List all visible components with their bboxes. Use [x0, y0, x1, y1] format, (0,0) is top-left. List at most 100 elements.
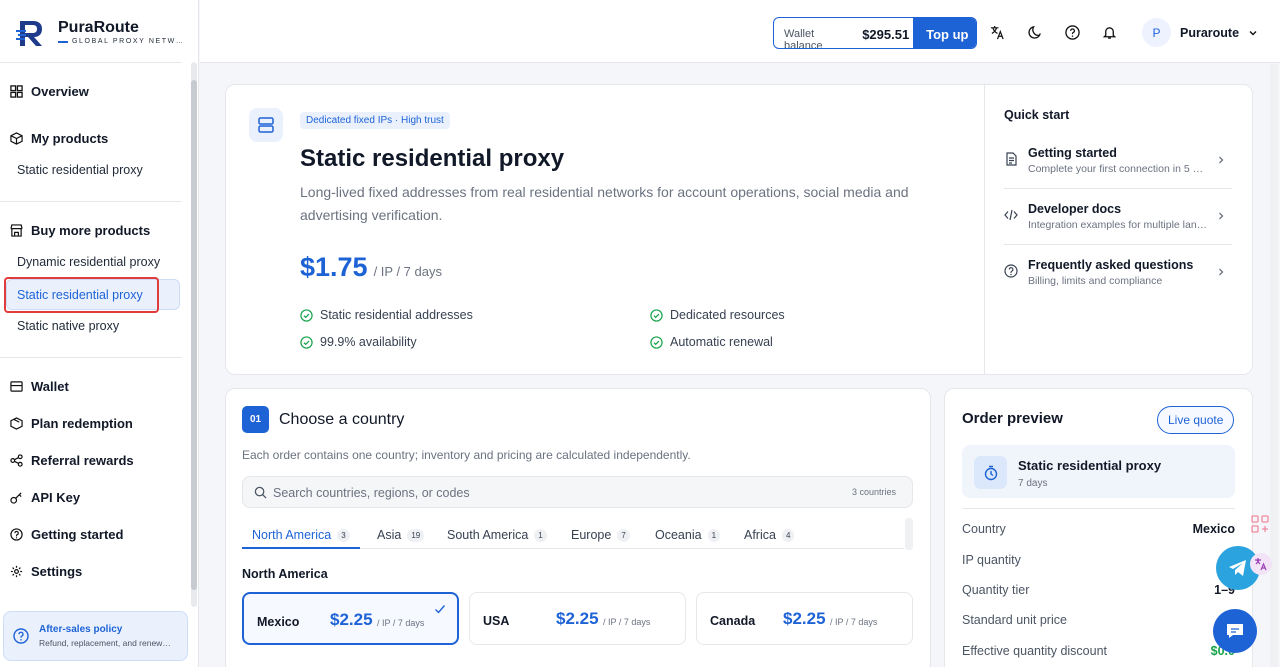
- translate-icon: [1255, 558, 1267, 571]
- section-title: Choose a country: [279, 411, 405, 428]
- search-input[interactable]: [273, 482, 813, 504]
- order-row-label: IP quantity: [962, 553, 1021, 567]
- chevron-down-icon: [1249, 30, 1257, 35]
- translate-widget-button[interactable]: [1250, 553, 1272, 575]
- order-preview-title: Order preview: [962, 410, 1063, 427]
- feature-item: Automatic renewal: [650, 335, 773, 349]
- country-price: $2.25: [556, 609, 599, 628]
- user-menu[interactable]: P Puraroute: [1142, 18, 1258, 47]
- order-row-discount: Effective quantity discount $0.0: [962, 644, 1235, 658]
- quick-start-divider: [1004, 188, 1232, 189]
- hero-icon-tile: [249, 108, 283, 142]
- step-number: 01: [242, 406, 269, 433]
- moon-icon[interactable]: [1028, 25, 1043, 40]
- sidebar-subitem-static-residential-owned[interactable]: Static residential proxy: [17, 163, 143, 177]
- country-card-canada[interactable]: Canada $2.25 / IP / 7 days: [696, 592, 913, 645]
- tab-label: North America: [252, 528, 332, 542]
- region-heading: North America: [242, 567, 328, 581]
- quick-start-item-desc: Billing, limits and compliance: [1028, 275, 1163, 287]
- store-icon: [10, 224, 23, 237]
- main-scrollbar[interactable]: [1270, 64, 1278, 667]
- wallet-balance-widget: Wallet balance $295.51 Top up: [773, 17, 977, 49]
- search-icon: [254, 486, 267, 499]
- order-row-value: Mexico: [1192, 522, 1235, 536]
- order-product-name: Static residential proxy: [1018, 458, 1162, 473]
- price-unit: / IP / 7 days: [373, 264, 442, 279]
- quick-start-getting-started[interactable]: Getting started Complete your first conne…: [1004, 146, 1232, 201]
- tab-south-america[interactable]: South America 1: [437, 520, 557, 549]
- tab-count-badge: 1: [707, 529, 721, 542]
- sidebar-item-label: Buy more products: [31, 223, 151, 238]
- quick-start-item-desc: Complete your first connection in 5 mi…: [1028, 163, 1208, 175]
- sidebar-item-plan-redemption[interactable]: Plan redemption: [10, 416, 133, 431]
- chevron-right-icon: [1219, 212, 1224, 220]
- tab-count-badge: 19: [407, 529, 425, 542]
- sidebar-scrollbar-thumb[interactable]: [191, 80, 197, 590]
- quick-start-developer-docs[interactable]: Developer docs Integration examples for m…: [1004, 202, 1232, 257]
- card-divider: [984, 85, 985, 374]
- country-card-mexico[interactable]: Mexico $2.25 / IP / 7 days: [242, 592, 459, 645]
- check-circle-icon: [650, 335, 663, 349]
- help-circle-icon: [13, 628, 29, 644]
- tab-europe[interactable]: Europe 7: [561, 520, 640, 549]
- highlight-box: [4, 277, 159, 313]
- sidebar-item-label: Wallet: [31, 379, 69, 394]
- after-sales-policy-card[interactable]: After-sales policy Refund, replacement, …: [3, 611, 188, 661]
- country-price: $2.25: [330, 610, 373, 629]
- order-row-label: Effective quantity discount: [962, 644, 1107, 658]
- sidebar-item-getting-started[interactable]: Getting started: [10, 527, 123, 542]
- feature-item: Static residential addresses: [300, 308, 473, 322]
- tab-count-badge: 4: [781, 529, 795, 542]
- country-name: Mexico: [257, 615, 300, 629]
- feature-label: Automatic renewal: [670, 335, 773, 349]
- sidebar-item-my-products[interactable]: My products: [10, 131, 108, 146]
- page-title: Static residential proxy: [300, 145, 565, 172]
- quick-start-faq[interactable]: Frequently asked questions Billing, limit…: [1004, 258, 1232, 313]
- sidebar-item-settings[interactable]: Settings: [10, 564, 82, 579]
- tab-count-badge: 3: [337, 529, 350, 542]
- brand-logo[interactable]: PuraRoute GLOBAL PROXY NETW…: [16, 18, 184, 48]
- order-row-unit-price: Standard unit price$2: [962, 613, 1235, 627]
- sidebar-item-api-key[interactable]: API Key: [10, 490, 80, 505]
- live-quote-badge: Live quote: [1157, 406, 1235, 434]
- sidebar-item-buy-more[interactable]: Buy more products: [10, 223, 150, 238]
- sidebar-item-label: Plan redemption: [31, 416, 133, 431]
- order-divider: [962, 508, 1235, 509]
- timer-icon: [984, 465, 997, 480]
- sidebar-item-overview[interactable]: Overview: [10, 84, 89, 99]
- country-search: 3 countries: [242, 476, 913, 508]
- quick-start-item-title: Developer docs: [1028, 202, 1122, 216]
- tab-asia[interactable]: Asia 19: [367, 520, 434, 549]
- top-up-button[interactable]: Top up: [913, 18, 976, 48]
- help-circle-icon[interactable]: [1065, 25, 1080, 40]
- tab-oceania[interactable]: Oceania 1: [645, 520, 730, 549]
- country-card-usa[interactable]: USA $2.25 / IP / 7 days: [469, 592, 686, 645]
- apps-icon[interactable]: [1250, 514, 1270, 534]
- tabs-scrollbar[interactable]: [905, 518, 913, 550]
- price-value: $1.75: [300, 252, 368, 282]
- tab-north-america[interactable]: North America 3: [242, 520, 360, 549]
- help-circle-icon: [1004, 264, 1018, 278]
- chat-bubble-icon: [1227, 624, 1243, 638]
- product-description: Long-lived fixed addresses from real res…: [300, 184, 909, 223]
- help-circle-icon: [10, 528, 23, 541]
- tab-label: Asia: [377, 528, 402, 542]
- wallet-balance-value: $295.51: [862, 27, 910, 42]
- bell-icon[interactable]: [1102, 25, 1117, 40]
- telegram-icon: [1229, 560, 1246, 576]
- share-icon: [10, 454, 23, 467]
- tab-label: Oceania: [655, 528, 702, 542]
- order-row-label: Country: [962, 522, 1006, 536]
- sidebar-item-referral[interactable]: Referral rewards: [10, 453, 134, 468]
- country-price-unit: / IP / 7 days: [377, 618, 425, 628]
- quick-start-item-title: Frequently asked questions: [1028, 258, 1194, 272]
- chat-support-button[interactable]: [1213, 609, 1257, 653]
- sidebar-subitem-dynamic-residential[interactable]: Dynamic residential proxy: [17, 255, 160, 269]
- server-icon: [258, 117, 274, 133]
- order-row-ip-quantity: IP quantity1: [962, 553, 1235, 567]
- translate-icon[interactable]: [990, 25, 1005, 40]
- quick-start-item-desc: Integration examples for multiple lang…: [1028, 219, 1208, 231]
- sidebar-item-wallet[interactable]: Wallet: [10, 379, 69, 394]
- tab-africa[interactable]: Africa 4: [734, 520, 804, 549]
- sidebar-subitem-static-native[interactable]: Static native proxy: [17, 319, 119, 333]
